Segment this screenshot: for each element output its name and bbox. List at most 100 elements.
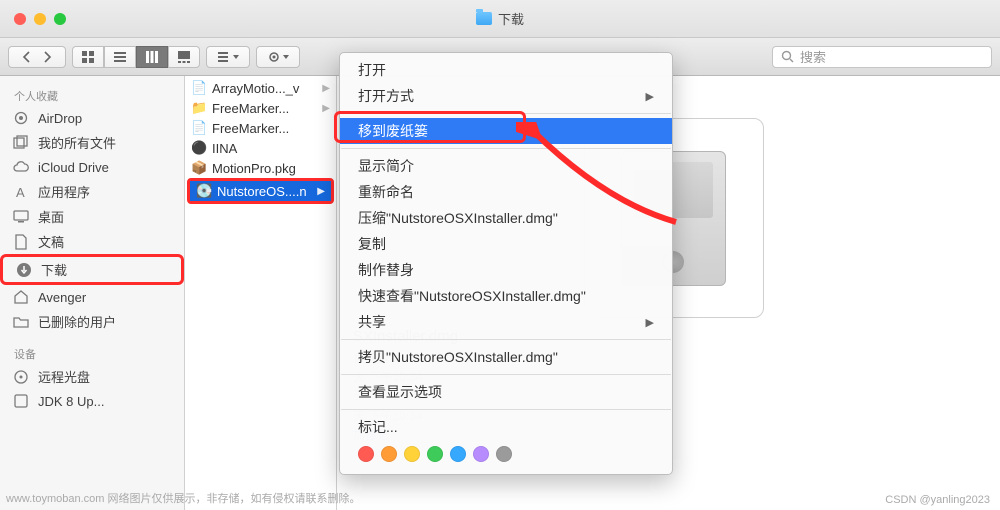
file-column: 📄ArrayMotio..._v▶ 📁FreeMarker...▶ 📄FreeM… [185,76,337,510]
chevron-right-icon: ▶ [646,316,654,329]
close-light[interactable] [14,13,26,25]
list-item[interactable]: 📁FreeMarker...▶ [185,98,336,118]
list-item[interactable]: ⚫IINA [185,138,336,158]
sidebar-item-desktop[interactable]: 桌面 [0,204,184,229]
zip-icon: 📄 [191,120,207,136]
watermark-left: www.toymoban.com 网络图片仅供展示，非存储，如有侵权请联系删除。 [6,490,360,506]
svg-text:A: A [16,185,25,200]
dmg-icon: 📄 [191,80,207,96]
cloud-icon [12,158,30,176]
menu-share[interactable]: 共享▶ [340,309,672,335]
gear-icon [266,50,290,64]
separator [341,374,671,375]
tag-green[interactable] [427,446,443,462]
tag-orange[interactable] [381,446,397,462]
titlebar: 下载 [0,0,1000,38]
airdrop-icon [12,109,30,127]
tag-gray[interactable] [496,446,512,462]
arrange-dropdown[interactable] [206,46,250,68]
tag-red[interactable] [358,446,374,462]
download-icon [15,261,33,279]
menu-duplicate[interactable]: 复制 [340,231,672,257]
nav-back-forward[interactable] [8,46,66,68]
context-menu: 打开 打开方式▶ 移到废纸篓 显示简介 重新命名 压缩"NutstoreOSXI… [339,52,673,475]
view-icon-columns[interactable] [136,46,168,68]
minimize-light[interactable] [34,13,46,25]
list-icon [113,50,127,64]
menu-alias[interactable]: 制作替身 [340,257,672,283]
window-title: 下载 [476,9,524,28]
list-item[interactable]: 📄ArrayMotio..._v▶ [185,78,336,98]
search-field[interactable]: 搜索 [772,46,992,68]
document-icon [12,233,30,251]
watermark-right: CSDN @yanling2023 [885,494,990,506]
chevron-right-icon: ▶ [646,90,654,103]
home-icon [12,288,30,306]
search-placeholder: 搜索 [800,47,826,66]
file-highlight: 💽NutstoreOS....n▶ [187,178,334,204]
allfiles-icon [12,134,30,152]
dmg-icon: 💽 [196,183,212,199]
disc-icon [12,368,30,386]
menu-open-with[interactable]: 打开方式▶ [340,83,672,109]
sidebar-item-icloud[interactable]: iCloud Drive [0,155,184,179]
drive-icon [12,392,30,410]
separator [341,148,671,149]
apps-icon: A [12,183,30,201]
sidebar-item-apps[interactable]: A应用程序 [0,179,184,204]
tag-purple[interactable] [473,446,489,462]
action-dropdown[interactable] [256,46,300,68]
chevron-right-icon: ▶ [322,83,330,94]
menu-view-options[interactable]: 查看显示选项 [340,379,672,405]
separator [341,409,671,410]
sidebar-item-downloads[interactable]: 下载 [0,254,184,285]
sidebar-item-allfiles[interactable]: 我的所有文件 [0,130,184,155]
folder-icon [476,12,492,25]
list-item[interactable]: 📄FreeMarker... [185,118,336,138]
columns-icon [145,50,159,64]
arrange-icon [216,50,240,64]
sidebar-item-airdrop[interactable]: AirDrop [0,106,184,130]
menu-rename[interactable]: 重新命名 [340,179,672,205]
sidebar-item-deleted[interactable]: 已删除的用户 [0,309,184,334]
window-traffic-lights [0,13,66,25]
menu-move-to-trash[interactable]: 移到废纸篓 [340,118,672,144]
gallery-icon [177,50,191,64]
sidebar-head-favorites: 个人收藏 [0,84,184,106]
view-icon-list[interactable] [104,46,136,68]
sidebar-head-devices: 设备 [0,342,184,364]
list-item[interactable]: 📦MotionPro.pkg [185,158,336,178]
menu-copy[interactable]: 拷贝"NutstoreOSXInstaller.dmg" [340,344,672,370]
sidebar-item-documents[interactable]: 文稿 [0,229,184,254]
list-item-selected[interactable]: 💽NutstoreOS....n▶ [190,181,331,201]
view-icon-gallery[interactable] [168,46,200,68]
separator [341,113,671,114]
app-icon: ⚫ [191,140,207,156]
chevron-right-icon: ▶ [322,103,330,114]
chevron-left-right-icon [15,50,59,64]
menu-compress[interactable]: 压缩"NutstoreOSXInstaller.dmg" [340,205,672,231]
folder-icon [12,313,30,331]
menu-open[interactable]: 打开 [340,57,672,83]
menu-quicklook[interactable]: 快速查看"NutstoreOSXInstaller.dmg" [340,283,672,309]
menu-tag-colors [340,440,672,470]
grid-icon [81,50,95,64]
sidebar: 个人收藏 AirDrop 我的所有文件 iCloud Drive A应用程序 桌… [0,76,185,510]
tag-blue[interactable] [450,446,466,462]
folder-icon: 📁 [191,100,207,116]
pkg-icon: 📦 [191,160,207,176]
menu-tags-label: 标记... [340,414,672,440]
separator [341,339,671,340]
view-icon-grid[interactable] [72,46,104,68]
chevron-right-icon: ▶ [317,186,325,197]
search-icon [781,50,794,63]
desktop-icon [12,208,30,226]
view-switcher [72,46,200,68]
sidebar-item-avenger[interactable]: Avenger [0,285,184,309]
zoom-light[interactable] [54,13,66,25]
sidebar-item-remote-disc[interactable]: 远程光盘 [0,364,184,389]
window-title-text: 下载 [498,9,524,28]
menu-get-info[interactable]: 显示简介 [340,153,672,179]
tag-yellow[interactable] [404,446,420,462]
sidebar-item-jdk[interactable]: JDK 8 Up... [0,389,184,413]
